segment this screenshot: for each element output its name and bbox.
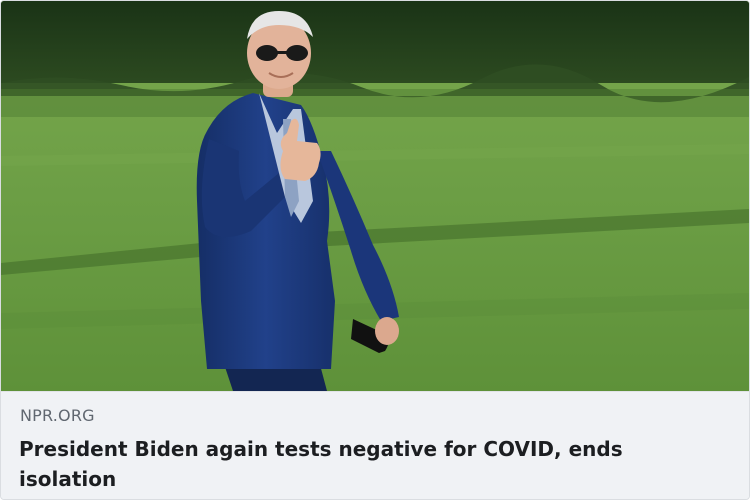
photo-illustration [1,1,749,391]
hedge [1,1,749,83]
source-domain: NPR.ORG [20,406,95,425]
article-headline[interactable]: President Biden again tests negative for… [19,434,731,494]
preview-caption[interactable]: NPR.ORG President Biden again tests nega… [1,391,749,499]
link-preview-card[interactable]: NPR.ORG President Biden again tests nega… [0,0,750,500]
article-photo[interactable] [1,1,749,391]
